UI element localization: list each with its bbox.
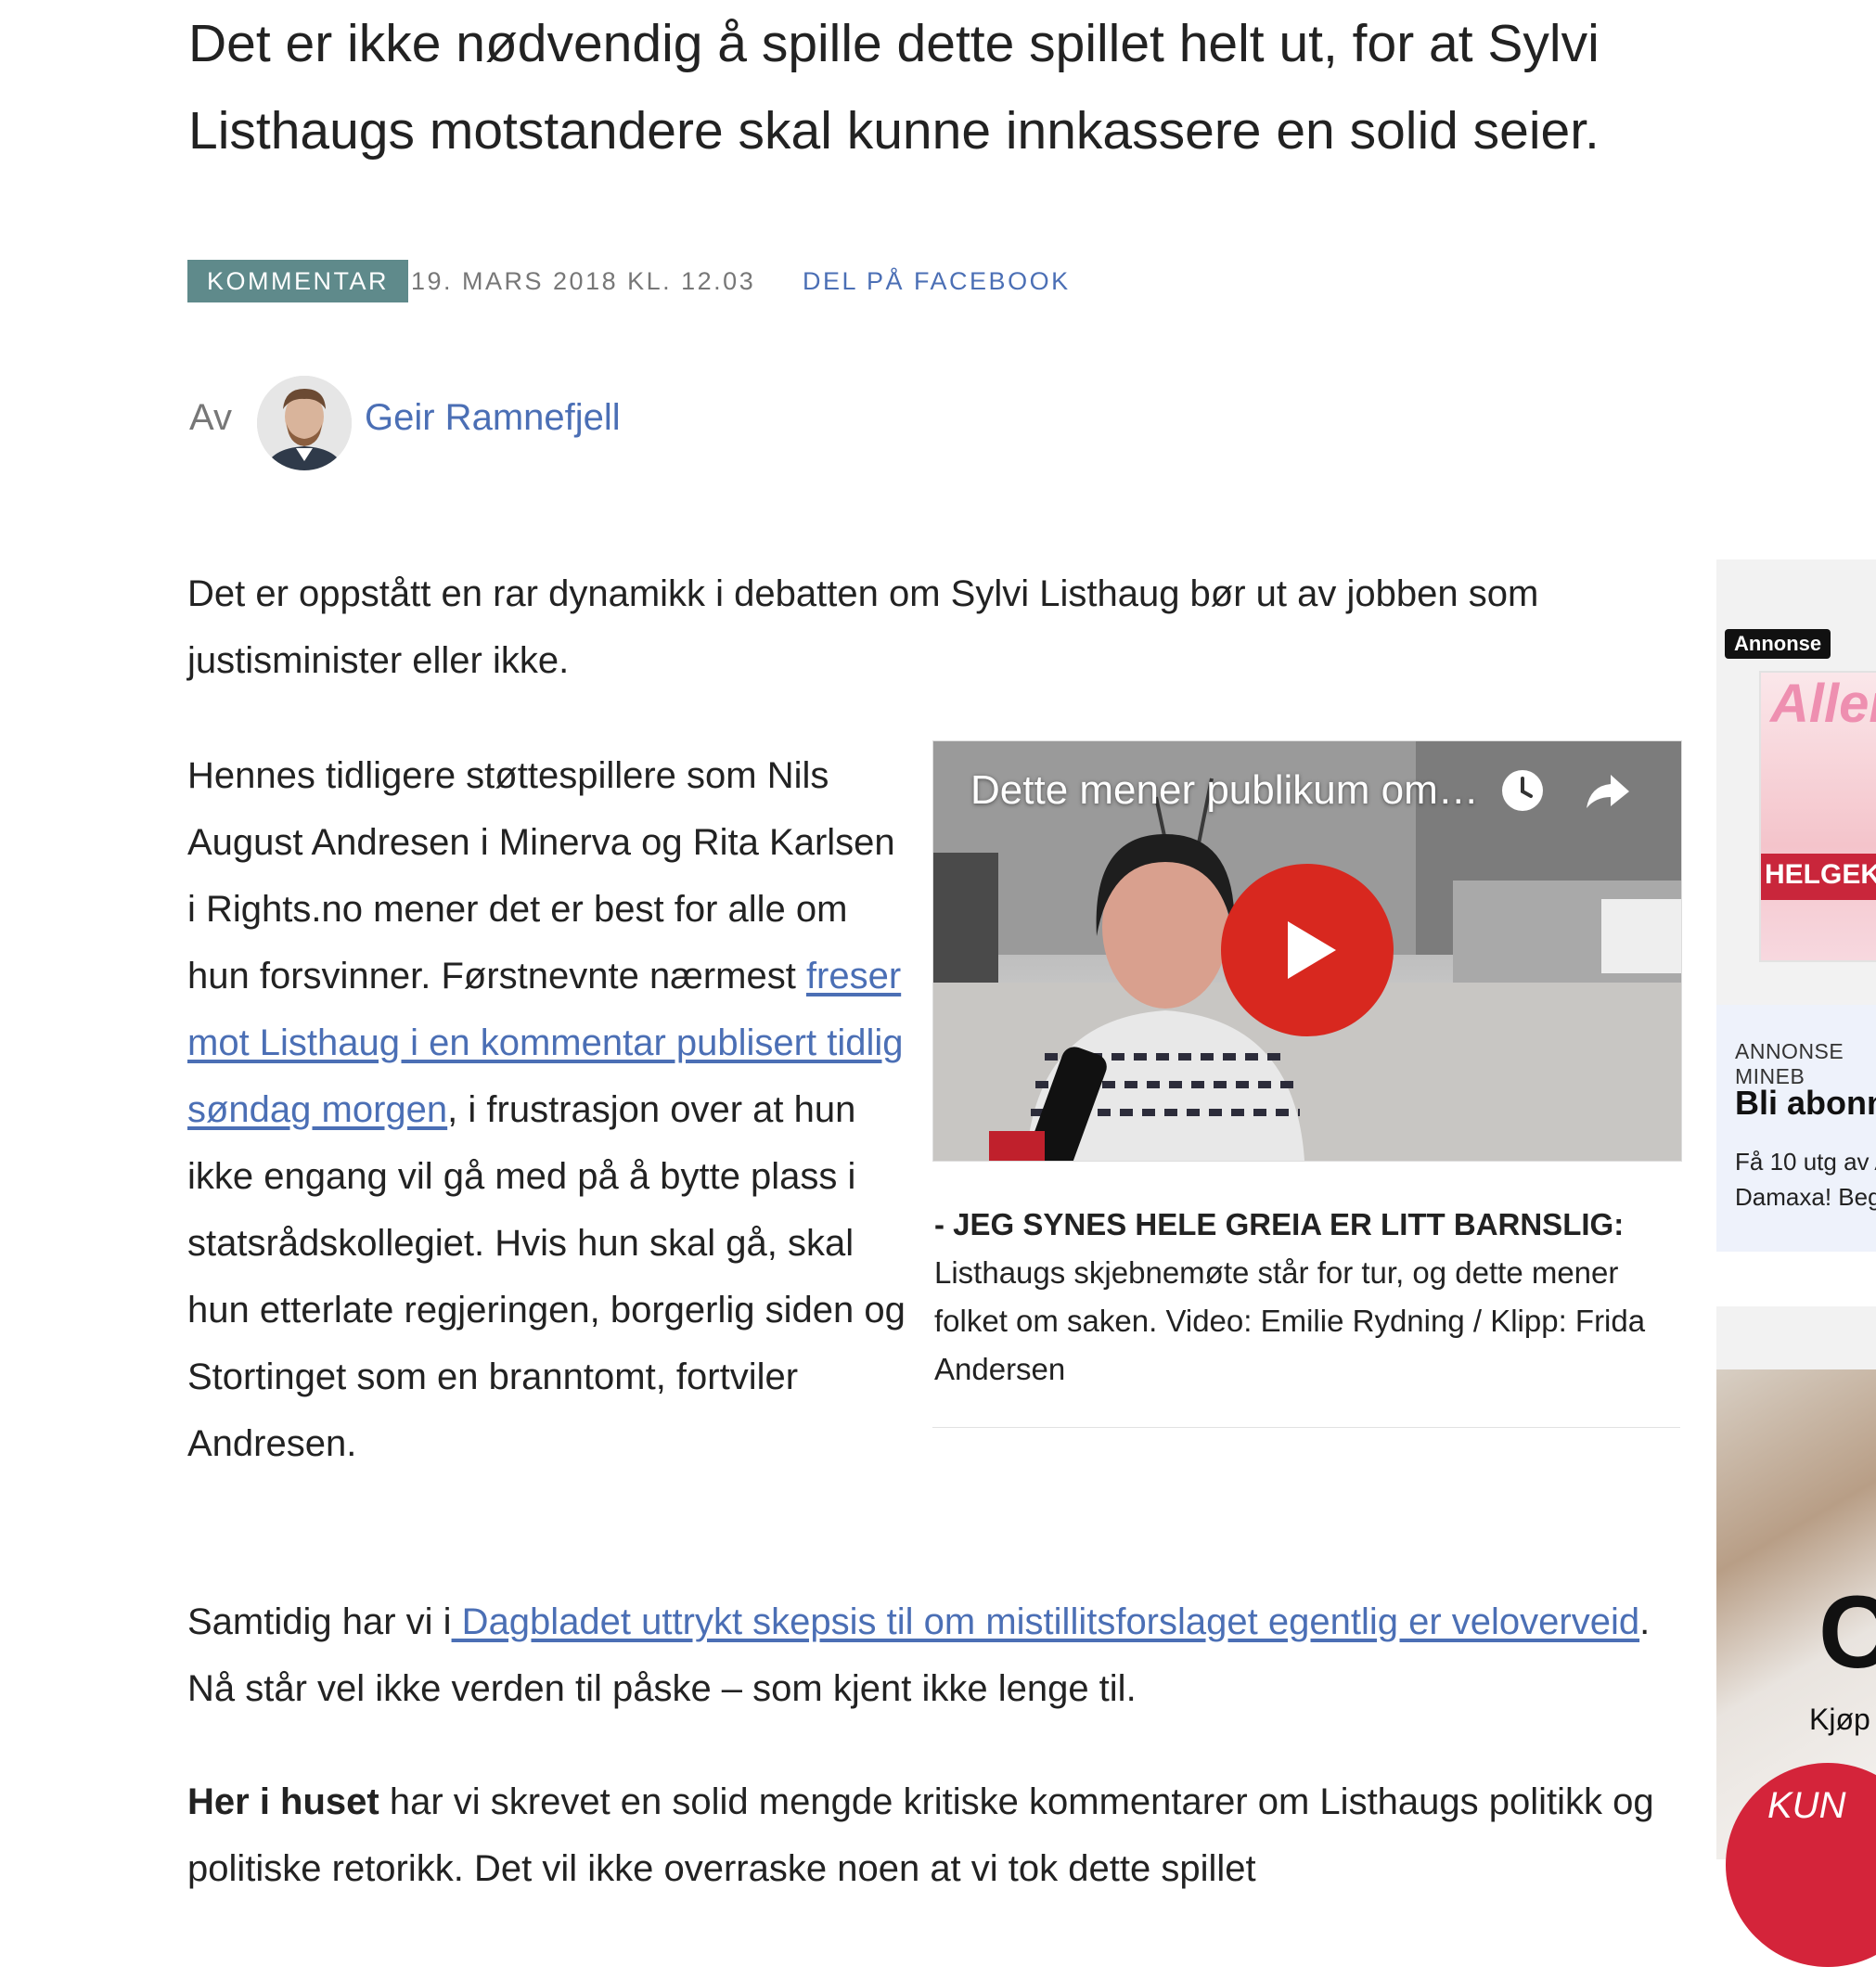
caption-divider [932,1427,1680,1428]
ad-2-kun: KUN [1767,1785,1846,1826]
paragraph-4: Her i huset har vi skrevet en solid meng… [187,1768,1690,1902]
author-avatar[interactable] [257,376,352,470]
ad-2-kjop: Kjøp [1809,1703,1870,1736]
paragraph-2: Hennes tidligere støttespillere som Nils… [187,742,911,1477]
paragraph-4-bold: Her i huset [187,1781,379,1822]
video-player[interactable]: Dette mener publikum om… [932,740,1682,1162]
video-caption: Listhaugs skjebnemøte står for tur, og d… [934,1255,1646,1386]
play-icon [1288,921,1336,979]
category-tag[interactable]: KOMMENTAR [187,260,408,302]
ad-headline[interactable]: Bli abonne [1735,1084,1876,1123]
ad-2-header [1716,1306,1876,1369]
inline-link-dagbladet[interactable]: Dagbladet uttrykt skepsis til om mistill… [452,1601,1639,1642]
video-caption-heading: - JEG SYNES HELE GREIA ER LITT BARNSLIG: [934,1207,1625,1241]
magazine-title: Allers [1770,674,1876,734]
ad-text: Få 10 utg av Al Damaxa! Begr [1735,1144,1876,1215]
paragraph-2-text: Hennes tidligere støttespillere som Nils… [187,755,895,996]
ad-text-line-2: Damaxa! Begr [1735,1183,1876,1211]
play-button[interactable] [1221,864,1394,1036]
share-arrow-icon[interactable] [1583,767,1631,814]
video-title[interactable]: Dette mener publikum om… [970,767,1479,814]
clock-icon[interactable] [1499,767,1546,814]
author-link[interactable]: Geir Ramnefjell [365,390,621,445]
ad-2-letter: C [1818,1575,1876,1690]
share-facebook-link[interactable]: DEL PÅ FACEBOOK [803,260,1071,302]
byline-label: Av [189,397,232,438]
publish-date: 19. MARS 2018 KL. 12.03 [411,267,756,295]
paragraph-3: Samtidig har vi i Dagbladet uttrykt skep… [187,1588,1690,1722]
ad-label: Annonse [1725,629,1831,659]
ad-text-line-1: Få 10 utg av Al [1735,1148,1876,1176]
magazine-band-text: HELGEK [1765,859,1876,890]
paragraph-1: Det er oppstått en rar dynamikk i debatt… [187,573,1539,681]
paragraph-4-text: har vi skrevet en solid mengde kritiske … [187,1781,1654,1889]
paragraph-2-text-end: , i frustrasjon over at hun ikke engang … [187,1089,906,1464]
ad-kicker: ANNONSE MINEB [1735,1039,1844,1088]
article-lead: Det er ikke nødvendig å spille dette spi… [188,14,1600,161]
paragraph-3-text: Samtidig har vi i [187,1601,452,1642]
